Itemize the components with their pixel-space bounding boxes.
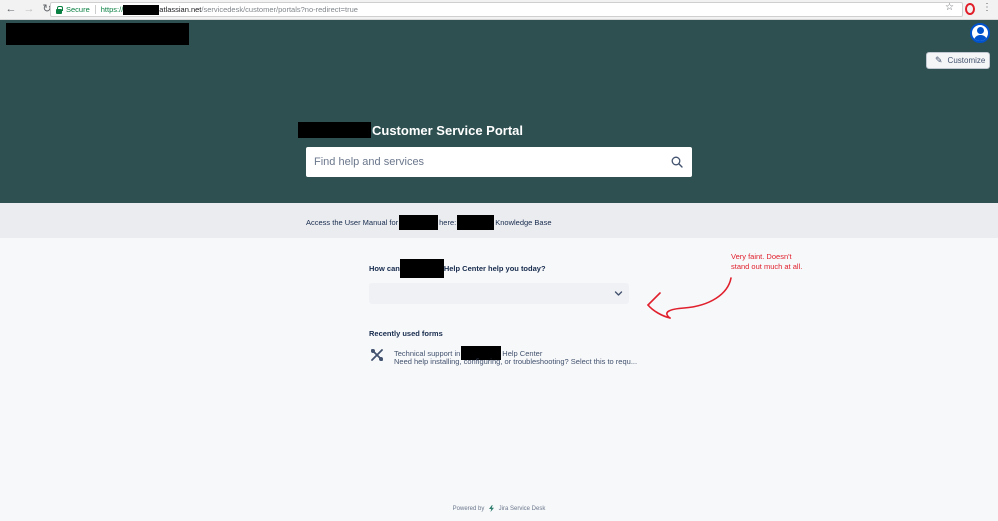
redacted-name-2 bbox=[399, 259, 444, 278]
annotation-line-1: Very faint. Doesn't bbox=[731, 252, 792, 261]
wrench-icon bbox=[371, 349, 383, 361]
forward-icon[interactable]: → bbox=[22, 3, 36, 17]
announcement-banner: Access the User Manual for here: Knowled… bbox=[0, 203, 998, 238]
chevron-down-icon bbox=[614, 291, 623, 296]
avatar-body bbox=[974, 35, 987, 41]
search-box bbox=[306, 147, 692, 177]
form-description: Need help installing, configuring, or tr… bbox=[394, 357, 638, 366]
red-arrow-icon bbox=[647, 277, 732, 319]
annotation-line-2: stand out much at all. bbox=[731, 262, 803, 271]
redacted-company-name bbox=[298, 122, 371, 138]
menu-icon[interactable]: ⋮ bbox=[982, 2, 992, 13]
redacted-link bbox=[457, 215, 495, 230]
customize-label: Customize bbox=[947, 56, 986, 65]
redacted-logo bbox=[6, 23, 189, 45]
avatar-icon[interactable] bbox=[970, 23, 990, 43]
browser-toolbar: ← → ↻ Secure https:// atlassian.net /ser… bbox=[0, 0, 998, 20]
recent-form-item[interactable]: Technical support in Help Center Need he… bbox=[369, 343, 649, 367]
footer: Powered by Jira Service Desk bbox=[0, 505, 998, 512]
page: ← → ↻ Secure https:// atlassian.net /ser… bbox=[0, 0, 998, 521]
redacted-name-1 bbox=[399, 215, 439, 230]
knowledge-base-link[interactable]: Knowledge Base bbox=[495, 218, 551, 227]
back-icon[interactable]: ← bbox=[4, 3, 18, 17]
url-protocol: https:// bbox=[100, 5, 124, 14]
announcement-part-2: here: bbox=[439, 218, 457, 227]
search-input[interactable] bbox=[314, 148, 654, 176]
address-bar[interactable]: Secure https:// atlassian.net /servicede… bbox=[50, 2, 963, 17]
request-question: How can Help Center help you today? bbox=[369, 259, 546, 278]
lock-icon bbox=[55, 5, 63, 14]
page-title: Customer Service Portal bbox=[298, 121, 523, 139]
search-icon[interactable] bbox=[671, 156, 683, 168]
announcement-part-1: Access the User Manual for bbox=[306, 218, 399, 227]
avatar-head bbox=[977, 27, 984, 34]
url-domain: atlassian.net bbox=[159, 5, 202, 14]
annotation-note: Very faint. Doesn't stand out much at al… bbox=[731, 252, 811, 272]
redacted-subdomain bbox=[123, 4, 160, 15]
opera-icon[interactable] bbox=[965, 3, 975, 15]
request-type-dropdown[interactable] bbox=[369, 283, 629, 304]
announcement-text: Access the User Manual for here: Knowled… bbox=[306, 215, 552, 230]
customize-button[interactable]: ✎ Customize bbox=[926, 52, 990, 69]
jira-bolt-icon bbox=[489, 505, 494, 512]
address-divider bbox=[94, 5, 96, 14]
star-icon[interactable]: ☆ bbox=[945, 2, 954, 13]
powered-by-label: Powered by bbox=[452, 506, 485, 513]
secure-label: Secure bbox=[66, 5, 90, 14]
jira-service-desk-link[interactable]: Jira Service Desk bbox=[499, 506, 546, 512]
pencil-icon: ✎ bbox=[935, 55, 943, 65]
recent-forms-heading: Recently used forms bbox=[369, 329, 443, 338]
question-part-2: Help Center help you today? bbox=[443, 264, 546, 273]
question-part-1: How can bbox=[369, 264, 400, 273]
url-path: /servicedesk/customer/portals?no-redirec… bbox=[201, 5, 358, 14]
portal-header: ✎ Customize Customer Service Portal bbox=[0, 20, 998, 203]
portal-title-text: Customer Service Portal bbox=[372, 122, 524, 138]
